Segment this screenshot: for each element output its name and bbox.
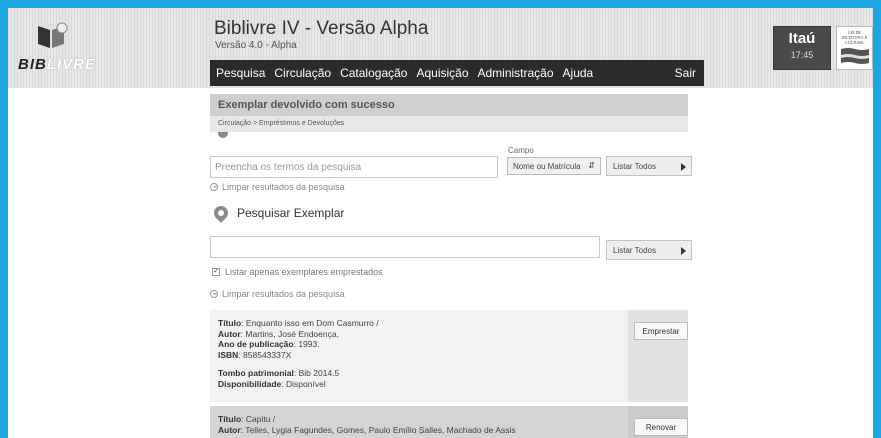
list-all-copies-label: Listar Todos [613, 246, 656, 255]
result-author: Telles, Lygia Fagundes, Gomes, Paulo Emí… [245, 424, 516, 435]
book-logo-icon [38, 22, 68, 48]
field-select[interactable]: Nome ou Matrícula ⇵ [507, 157, 601, 175]
arrow-right-icon [681, 163, 686, 171]
success-message: Exemplar devolvido com sucesso [210, 94, 688, 116]
menu-catalogacao[interactable]: Catalogação [340, 66, 407, 80]
menu-administracao[interactable]: Administração [478, 66, 554, 80]
result-actions: Emprestar [628, 310, 688, 402]
header: BIBLIVRE Biblivre IV - Versão Alpha Vers… [8, 8, 873, 88]
result-availability: Disponível [286, 378, 326, 389]
copy-search-title-text: Pesquisar Exemplar [237, 206, 345, 220]
result-author: Martins, José Endoença, [245, 328, 339, 339]
menu-pesquisa[interactable]: Pesquisa [216, 66, 265, 80]
menu-aquisicao[interactable]: Aquisição [416, 66, 468, 80]
isbn-label: ISBN [218, 349, 239, 360]
lend-button[interactable]: Emprestar [634, 322, 688, 340]
result-title: Enquanto isso em Dom Casmurro / [245, 318, 379, 328]
clear-icon [210, 183, 218, 191]
clear-user-results-link[interactable]: Limpar resultados da pesquisa [210, 182, 345, 192]
clear-copy-results-link[interactable]: Limpar resultados da pesquisa [210, 289, 345, 299]
author-label: Autor [218, 328, 241, 339]
field-label: Campo [508, 146, 534, 155]
copy-search-input[interactable] [210, 236, 600, 258]
menu-ajuda[interactable]: Ajuda [563, 66, 594, 80]
result-details: Título: Enquanto isso em Dom Casmurro / … [218, 318, 379, 389]
list-all-users-button[interactable]: Listar Todos [606, 156, 692, 176]
result-title: Capitu / [245, 414, 276, 424]
field-select-value: Nome ou Matrícula [513, 162, 581, 171]
clear-copy-results-label: Limpar resultados da pesquisa [222, 289, 345, 299]
result-item: Título: Capitu / Autor: Telles, Lygia Fa… [210, 406, 688, 438]
clear-user-results-label: Limpar resultados da pesquisa [222, 182, 345, 192]
list-all-users-label: Listar Todos [613, 162, 656, 171]
title-label: Título [218, 318, 242, 328]
author-label: Autor [218, 424, 241, 435]
clock: 17:45 [790, 50, 814, 60]
sponsor-badge: Itaú 17:45 [773, 26, 831, 70]
sponsor-logo: Itaú [788, 30, 816, 47]
flag-icon [841, 48, 869, 64]
result-tombo: Bib 2014.5 [298, 368, 340, 378]
logout-link[interactable]: Sair [675, 66, 696, 80]
arrow-right-icon [681, 247, 686, 255]
availability-label: Disponibilidade [218, 378, 282, 389]
main-menu: Pesquisa Circulação Catalogação Aquisiçã… [210, 60, 704, 86]
culture-seal-text: LEI DE INCENTIVO À CULTURA [841, 30, 868, 45]
list-all-copies-button[interactable]: Listar Todos [606, 240, 692, 260]
only-loaned-label: Listar apenas exemplares emprestados [225, 267, 383, 277]
tombo-label: Tombo patrimonial [218, 368, 294, 378]
app-logo: BIBLIVRE [18, 56, 97, 73]
breadcrumb: Circulação > Empréstimos e Devoluções [210, 116, 688, 132]
result-actions: Renovar [628, 406, 688, 438]
pin-icon [211, 203, 231, 223]
result-isbn: 858543337X [243, 349, 292, 360]
user-search-placeholder: Preencha os termos da pesquisa [215, 162, 362, 173]
year-label: Ano de publicação [218, 339, 294, 349]
only-loaned-checkbox[interactable]: ✓ [212, 268, 220, 276]
chevron-updown-icon: ⇵ [588, 161, 595, 170]
clear-icon [210, 290, 218, 298]
copy-search-title: Pesquisar Exemplar [211, 203, 345, 223]
pin-icon [218, 132, 228, 138]
menu-circulacao[interactable]: Circulação [274, 66, 331, 80]
result-year: 1993. [298, 339, 320, 349]
only-loaned-checkbox-row[interactable]: ✓ Listar apenas exemplares emprestados [212, 267, 383, 277]
result-item: Título: Enquanto isso em Dom Casmurro / … [210, 310, 688, 402]
renew-button[interactable]: Renovar [634, 418, 688, 436]
app-version: Versão 4.0 - Alpha [215, 40, 297, 51]
user-search-input[interactable]: Preencha os termos da pesquisa [210, 156, 498, 178]
app-window: BIBLIVRE Biblivre IV - Versão Alpha Vers… [8, 8, 873, 438]
result-details: Título: Capitu / Autor: Telles, Lygia Fa… [218, 414, 516, 435]
culture-seal: LEI DE INCENTIVO À CULTURA [836, 26, 873, 70]
title-label: Título [218, 414, 242, 424]
app-title: Biblivre IV - Versão Alpha [214, 18, 429, 39]
